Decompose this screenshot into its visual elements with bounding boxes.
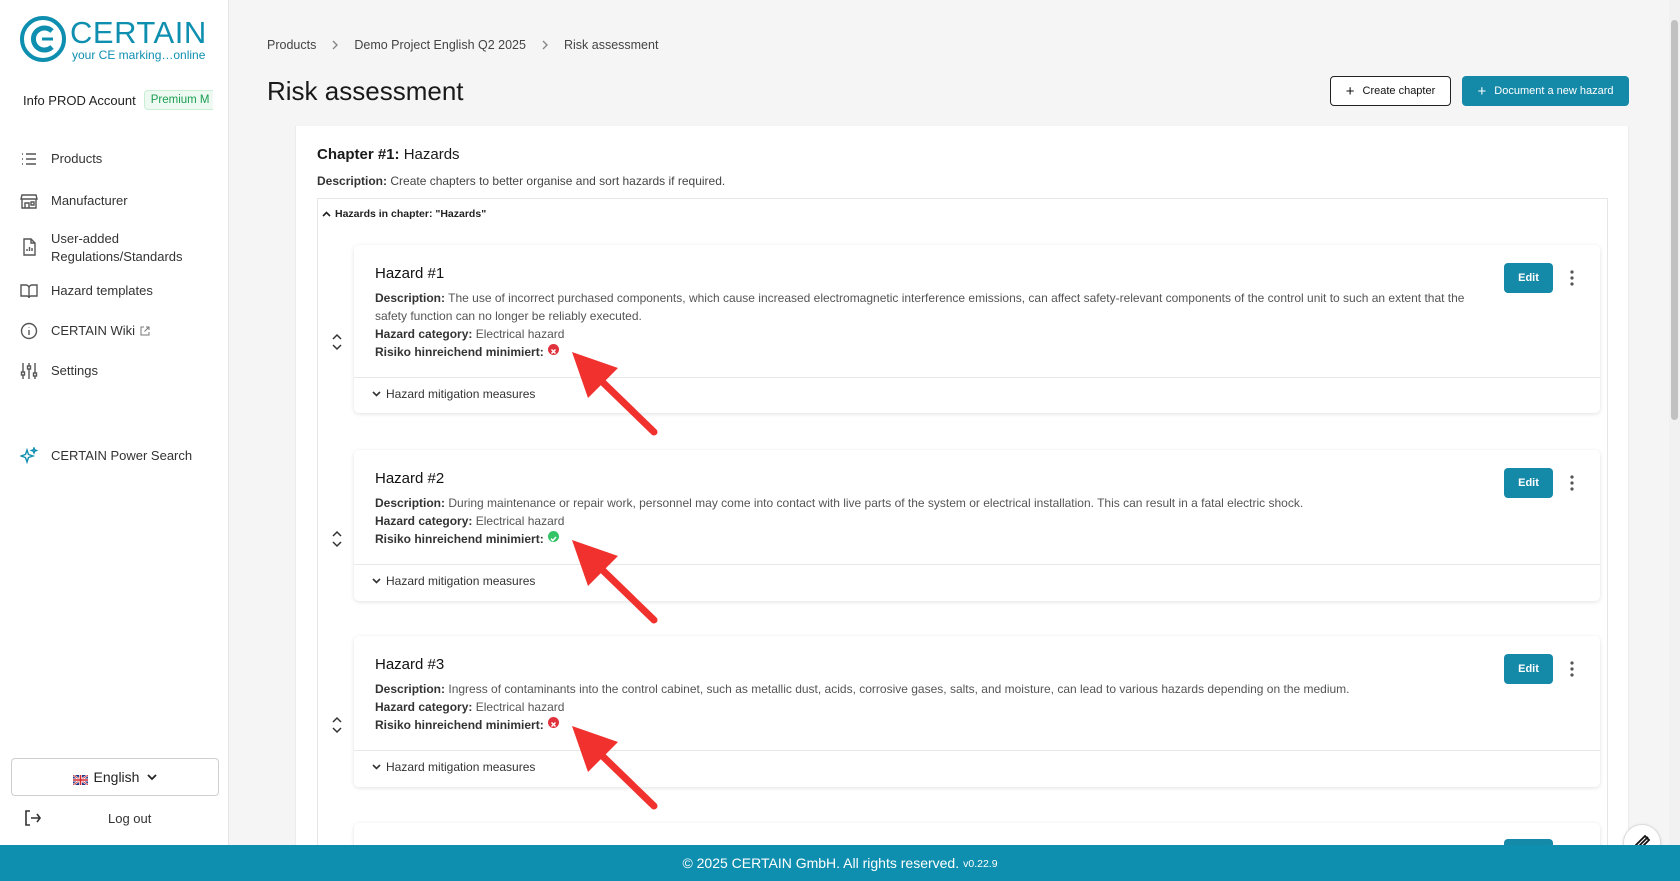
hazards-list: Hazards in chapter: "Hazards" Hazard #1 … (317, 198, 1608, 845)
document-hazard-button[interactable]: + Document a new hazard (1462, 76, 1629, 106)
hazard-details: Description: Ingress of contaminants int… (375, 682, 1350, 732)
chapter-title: Chapter #1: Hazards (317, 146, 460, 163)
status-not-minimized-icon (547, 344, 559, 355)
sidebar-item-label: Settings (51, 363, 98, 378)
hazard-title: Hazard #3 (375, 656, 445, 673)
logout-icon (25, 810, 41, 826)
hazard-card: Hazard #2 Description: During maintenanc… (354, 450, 1600, 601)
create-chapter-button[interactable]: + Create chapter (1330, 76, 1451, 106)
store-icon (20, 192, 38, 210)
info-icon (20, 322, 38, 340)
chevron-down-icon (372, 391, 381, 397)
footer: © 2025 CERTAIN GmbH. All rights reserved… (0, 845, 1680, 881)
hazard-card (354, 823, 1600, 845)
sidebar-item-label: User-added Regulations/Standards (51, 231, 183, 264)
chapter-description: Description: Create chapters to better o… (317, 174, 726, 188)
sidebar: CERTAIN your CE marking…online Info PROD… (0, 0, 229, 845)
plus-icon: + (1477, 82, 1487, 100)
uk-flag-icon (71, 772, 89, 786)
sidebar-item-label: CERTAIN Wiki (51, 322, 150, 340)
plus-icon: + (1345, 82, 1355, 100)
hazard-card: Hazard #3 Description: Ingress of contam… (354, 636, 1600, 787)
book-icon (20, 282, 38, 300)
brand-name: CERTAIN (70, 15, 207, 50)
edit-button[interactable]: Edit (1504, 263, 1553, 293)
chevron-up-icon (322, 211, 331, 217)
divider (354, 377, 1600, 378)
hazard-details: Description: During maintenance or repai… (375, 496, 1304, 546)
more-options-icon[interactable] (1562, 267, 1582, 289)
document-hazard-label: Document a new hazard (1494, 85, 1614, 97)
breadcrumb-item-project[interactable]: Demo Project English Q2 2025 (354, 38, 526, 52)
sidebar-item-manufacturer[interactable]: Manufacturer (0, 192, 229, 210)
chevron-down-icon (372, 578, 381, 584)
chevron-down-icon (147, 773, 158, 780)
page-title: Risk assessment (267, 76, 464, 106)
reorder-handle-icon[interactable] (330, 529, 344, 549)
sidebar-item-power-search[interactable]: CERTAIN Power Search (0, 447, 229, 465)
footer-copyright: © 2025 CERTAIN GmbH. All rights reserved… (682, 855, 960, 871)
divider (354, 750, 1600, 751)
account-name: Info PROD Account (23, 92, 136, 108)
hazard-title: Hazard #2 (375, 470, 445, 487)
edit-button[interactable]: Edit (1504, 654, 1553, 684)
edit-button[interactable]: Edit (1504, 468, 1553, 498)
divider (354, 564, 1600, 565)
sidebar-item-wiki[interactable]: CERTAIN Wiki (0, 322, 229, 340)
sidebar-item-label: Manufacturer (51, 193, 128, 208)
chevron-right-icon (332, 40, 339, 50)
list-icon (20, 150, 38, 168)
scrollbar-thumb[interactable] (1671, 20, 1678, 420)
more-options-icon[interactable] (1562, 658, 1582, 680)
plan-badge: Premium M (143, 90, 213, 110)
status-minimized-icon (547, 531, 559, 542)
sidebar-item-settings[interactable]: Settings (0, 362, 229, 380)
mitigation-toggle[interactable]: Hazard mitigation measures (372, 574, 535, 588)
hazard-details: Description: The use of incorrect purcha… (375, 291, 1465, 359)
certain-logo-icon (20, 16, 66, 62)
logout-button[interactable]: Log out (22, 806, 212, 830)
breadcrumb-item-products[interactable]: Products (267, 38, 316, 52)
hazards-collapse-toggle[interactable]: Hazards in chapter: "Hazards" (322, 208, 486, 220)
more-options-icon[interactable] (1562, 472, 1582, 494)
annotation-arrow-icon (572, 540, 658, 624)
sliders-icon (20, 362, 38, 380)
breadcrumb: Products Demo Project English Q2 2025 Ri… (267, 38, 658, 52)
reorder-handle-icon[interactable] (330, 332, 344, 352)
document-icon (20, 238, 38, 256)
sidebar-item-label: Products (51, 151, 103, 166)
account-info: Info PROD Account Premium M (23, 90, 213, 110)
sparkle-icon (20, 447, 38, 465)
external-link-icon (140, 326, 150, 336)
footer-version: v0.22.9 (963, 858, 998, 870)
sidebar-item-products[interactable]: Products (0, 150, 229, 168)
annotation-arrow-icon (572, 726, 658, 810)
status-not-minimized-icon (547, 717, 559, 728)
logout-label: Log out (108, 810, 152, 826)
create-chapter-label: Create chapter (1362, 85, 1436, 97)
page-scrollbar[interactable] (1669, 0, 1680, 845)
language-select[interactable]: English (11, 758, 219, 796)
mitigation-toggle[interactable]: Hazard mitigation measures (372, 760, 535, 774)
language-label: English (93, 769, 140, 785)
chevron-right-icon (542, 40, 548, 50)
chevron-down-icon (372, 764, 381, 770)
brand-tagline: your CE marking…online (72, 48, 206, 62)
sidebar-item-label: CERTAIN Power Search (51, 448, 193, 463)
hazard-card: Hazard #1 Description: The use of incorr… (354, 245, 1600, 413)
breadcrumb-item-current: Risk assessment (563, 38, 659, 52)
chapter-card: Chapter #1: Hazards Description: Create … (295, 126, 1629, 845)
certain-logo[interactable]: CERTAIN your CE marking…online (20, 14, 207, 64)
reorder-handle-icon[interactable] (330, 715, 344, 735)
annotation-arrow-icon (572, 352, 658, 436)
sidebar-item-hazard-templates[interactable]: Hazard templates (0, 282, 229, 300)
sidebar-item-label: Hazard templates (51, 283, 153, 298)
hazard-title: Hazard #1 (375, 265, 445, 282)
sidebar-item-regulations[interactable]: User-added Regulations/Standards (0, 230, 229, 266)
mitigation-toggle[interactable]: Hazard mitigation measures (372, 387, 535, 401)
